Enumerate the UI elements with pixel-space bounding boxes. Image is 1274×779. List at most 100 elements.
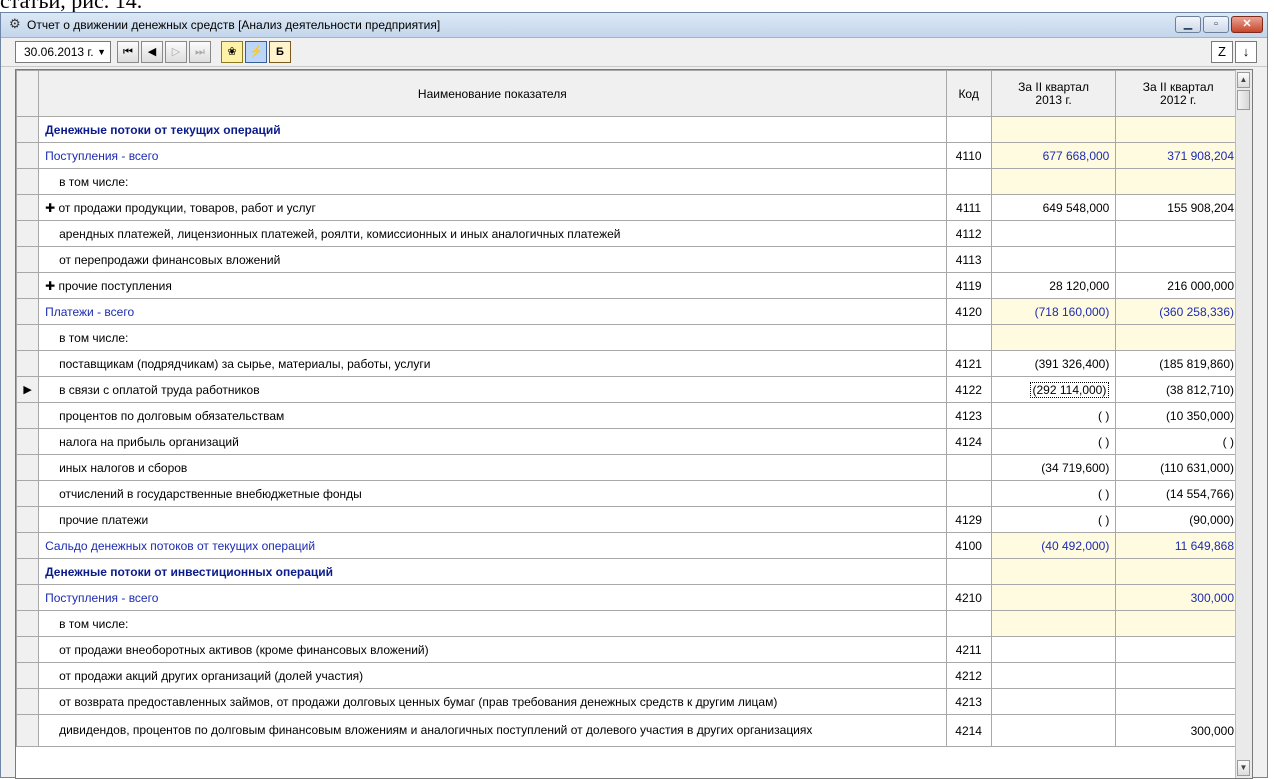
value-cell-2013[interactable]: ( ) [990, 428, 1117, 455]
selected-cell-value[interactable]: (292 114,000) [1029, 381, 1110, 398]
column-header-q2-2012[interactable]: За II квартал 2012 г. [1115, 70, 1241, 117]
next-record-button[interactable]: ▷ [165, 41, 187, 63]
code-cell[interactable]: 4112 [945, 220, 992, 247]
maximize-button[interactable]: ▫ [1203, 16, 1229, 33]
row-indicator[interactable] [16, 454, 40, 481]
indicator-name-cell[interactable]: Денежные потоки от инвестиционных операц… [38, 558, 947, 585]
value-cell-2013[interactable] [990, 636, 1117, 663]
value-cell-2013[interactable]: 28 120,000 [990, 272, 1117, 299]
code-cell[interactable]: 4110 [945, 142, 992, 169]
value-cell-2013[interactable] [990, 168, 1117, 195]
value-cell-2013[interactable]: (391 326,400) [990, 350, 1117, 377]
value-cell-2013[interactable]: 649 548,000 [990, 194, 1117, 221]
row-indicator[interactable] [16, 142, 40, 169]
value-cell-2012[interactable]: (10 350,000) [1115, 402, 1241, 429]
row-indicator[interactable] [16, 220, 40, 247]
indicator-name-cell[interactable]: ✚ прочие поступления [38, 272, 947, 299]
row-indicator[interactable] [16, 480, 40, 507]
code-cell[interactable] [945, 454, 992, 481]
vertical-scrollbar[interactable]: ▲ ▼ [1235, 70, 1252, 778]
row-indicator[interactable] [16, 714, 40, 747]
table-row[interactable]: ▶ в связи с оплатой труда работников 4122 (… [16, 376, 1241, 403]
value-cell-2012[interactable] [1115, 220, 1241, 247]
value-cell-2012[interactable]: ( ) [1115, 428, 1241, 455]
column-header-code[interactable]: Код [945, 70, 992, 117]
row-indicator[interactable] [16, 402, 40, 429]
value-cell-2012[interactable] [1115, 636, 1241, 663]
value-cell-2013[interactable] [990, 714, 1117, 747]
row-indicator[interactable] [16, 246, 40, 273]
analysis-button[interactable]: ❀ [221, 41, 243, 63]
table-row[interactable]: ✚ прочие поступления 4119 28 120,000 216 00… [16, 272, 1241, 299]
value-cell-2012[interactable]: 216 000,000 [1115, 272, 1241, 299]
value-cell-2012[interactable]: (90,000) [1115, 506, 1241, 533]
table-row[interactable]: в том числе: [16, 324, 1241, 351]
indicator-name-cell[interactable]: Денежные потоки от текущих операций [38, 116, 947, 143]
row-indicator[interactable] [16, 636, 40, 663]
table-row[interactable]: от продажи акций других организаций (дол… [16, 662, 1241, 689]
value-cell-2013[interactable]: ( ) [990, 480, 1117, 507]
code-cell[interactable] [945, 168, 992, 195]
table-row[interactable]: процентов по долговым обязательствам 4123… [16, 402, 1241, 429]
value-cell-2013[interactable]: (292 114,000) [990, 376, 1117, 403]
value-cell-2012[interactable] [1115, 116, 1241, 143]
value-cell-2012[interactable]: 300,000 [1115, 584, 1241, 611]
value-cell-2012[interactable]: 11 649,868 [1115, 532, 1241, 559]
code-cell[interactable] [945, 558, 992, 585]
value-cell-2013[interactable] [990, 324, 1117, 351]
table-row[interactable]: от продажи внеоборотных активов (кроме ф… [16, 636, 1241, 663]
row-indicator[interactable] [16, 506, 40, 533]
indicator-name-cell[interactable]: арендных платежей, лицензионных платежей… [38, 220, 947, 247]
column-header-q2-2013[interactable]: За II квартал 2013 г. [990, 70, 1117, 117]
value-cell-2012[interactable] [1115, 324, 1241, 351]
code-cell[interactable]: 4212 [945, 662, 992, 689]
code-cell[interactable]: 4129 [945, 506, 992, 533]
value-cell-2012[interactable] [1115, 688, 1241, 715]
column-header-name[interactable]: Наименование показателя [38, 70, 947, 117]
code-cell[interactable] [945, 480, 992, 507]
table-row[interactable]: в том числе: [16, 610, 1241, 637]
value-cell-2013[interactable]: 677 668,000 [990, 142, 1117, 169]
table-row[interactable]: Поступления - всего 4110 677 668,000 371 90… [16, 142, 1241, 169]
code-cell[interactable] [945, 116, 992, 143]
value-cell-2012[interactable]: 371 908,204 [1115, 142, 1241, 169]
row-indicator[interactable] [16, 610, 40, 637]
indicator-name-cell[interactable]: ✚ от продажи продукции, товаров, работ и… [38, 194, 947, 221]
value-cell-2012[interactable] [1115, 168, 1241, 195]
row-indicator[interactable] [16, 116, 40, 143]
row-indicator[interactable] [16, 298, 40, 325]
calculator-button[interactable]: ⚡ [245, 41, 267, 63]
indicator-name-cell[interactable]: в связи с оплатой труда работников [38, 376, 947, 403]
value-cell-2012[interactable]: 155 908,204 [1115, 194, 1241, 221]
table-row[interactable]: Сальдо денежных потоков от текущих опера… [16, 532, 1241, 559]
indicator-name-cell[interactable]: поставщикам (подрядчикам) за сырье, мате… [38, 350, 947, 377]
value-cell-2012[interactable]: (110 631,000) [1115, 454, 1241, 481]
sort-z-button[interactable]: Z [1211, 41, 1233, 63]
first-record-button[interactable]: ⏮ [117, 41, 139, 63]
value-cell-2012[interactable] [1115, 610, 1241, 637]
row-indicator[interactable] [16, 350, 40, 377]
indicator-name-cell[interactable]: от продажи акций других организаций (дол… [38, 662, 947, 689]
value-cell-2013[interactable] [990, 246, 1117, 273]
indicator-name-cell[interactable]: от возврата предоставленных займов, от п… [38, 688, 947, 715]
balance-button[interactable]: Б [269, 41, 291, 63]
row-indicator[interactable] [16, 558, 40, 585]
table-row[interactable]: от перепродажи финансовых вложений 4113 [16, 246, 1241, 273]
table-row[interactable]: иных налогов и сборов (34 719,600) (110 63… [16, 454, 1241, 481]
value-cell-2013[interactable] [990, 688, 1117, 715]
value-cell-2013[interactable] [990, 116, 1117, 143]
value-cell-2012[interactable]: (360 258,336) [1115, 298, 1241, 325]
indicator-name-cell[interactable]: в том числе: [38, 610, 947, 637]
value-cell-2012[interactable]: (14 554,766) [1115, 480, 1241, 507]
indicator-name-cell[interactable]: от продажи внеоборотных активов (кроме ф… [38, 636, 947, 663]
value-cell-2012[interactable]: (38 812,710) [1115, 376, 1241, 403]
indicator-name-cell[interactable]: дивидендов, процентов по долговым финанс… [38, 714, 947, 747]
scroll-down-icon[interactable]: ▼ [1237, 760, 1250, 776]
code-cell[interactable]: 4119 [945, 272, 992, 299]
value-cell-2013[interactable]: (718 160,000) [990, 298, 1117, 325]
table-row[interactable]: налога на прибыль организаций 4124( )( ) [16, 428, 1241, 455]
row-indicator[interactable] [16, 168, 40, 195]
code-cell[interactable]: 4122 [945, 376, 992, 403]
code-cell[interactable]: 4121 [945, 350, 992, 377]
code-cell[interactable]: 4120 [945, 298, 992, 325]
